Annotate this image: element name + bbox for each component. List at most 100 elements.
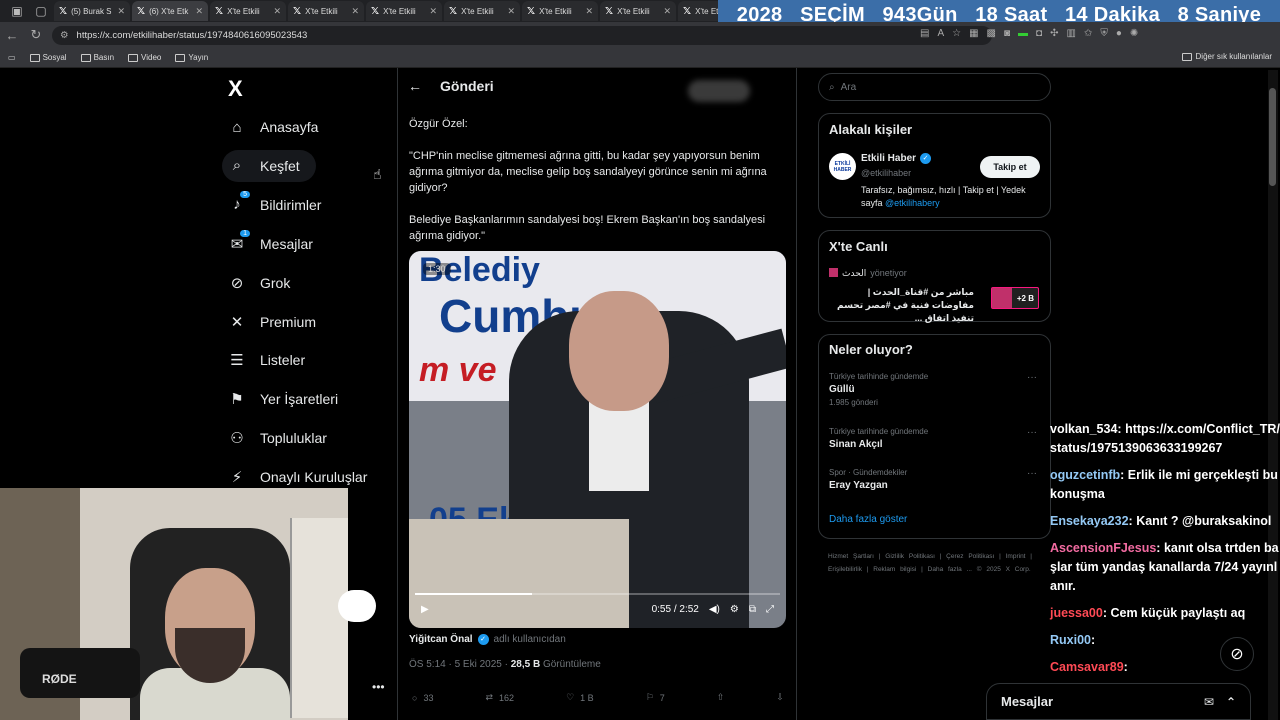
- messages-drawer[interactable]: Mesajlar ✉ ⌃: [986, 683, 1251, 720]
- sidebar-item-3[interactable]: ♪ 5 Bildirimler: [222, 189, 327, 221]
- bookmark-folder[interactable]: Sosyal: [29, 53, 67, 62]
- trend-item[interactable]: Türkiye tarihinde gündemde Sinan Akçıl: [829, 427, 928, 450]
- lightning-icon: ⚡: [231, 469, 243, 487]
- avatar[interactable]: ETKİLİ HABER: [829, 153, 856, 180]
- bio-link[interactable]: @etkilihabery: [885, 198, 940, 208]
- extensions-puzzle-icon[interactable]: ✣: [1050, 28, 1058, 39]
- close-icon[interactable]: ✕: [195, 6, 203, 17]
- back-arrow-icon[interactable]: ←: [0, 28, 24, 43]
- like-button[interactable]: ♡ 1 B: [566, 692, 594, 703]
- chat-message: juessa00: Cem küçük paylaştı aq: [1050, 604, 1280, 623]
- bookmark-folder[interactable]: Video: [128, 53, 161, 62]
- sidebar-item-2[interactable]: ⌕ Keşfet: [222, 149, 316, 182]
- repost-button[interactable]: ⇄ 162: [485, 692, 514, 703]
- reply-button[interactable]: ○ 33: [412, 692, 433, 703]
- browser-tab[interactable]: 𝕏 X'te Etkili ✕: [366, 1, 442, 21]
- bookmark-folder[interactable]: Yayın: [175, 53, 208, 62]
- post-views-label: Görüntüleme: [540, 659, 601, 670]
- more-options-icon[interactable]: ···: [1027, 372, 1037, 383]
- sidebar-item-7[interactable]: ☰ Listeler: [222, 344, 311, 376]
- blurred-button[interactable]: [688, 80, 750, 102]
- extension-3-icon[interactable]: ◙: [1004, 28, 1010, 39]
- share-button[interactable]: ⇧: [717, 692, 725, 703]
- pip-icon[interactable]: ⧉: [749, 604, 756, 615]
- bookmark-folder[interactable]: Basın: [80, 53, 114, 62]
- live-title[interactable]: مباشر من #قناة_الحدث | مفاوضات فنية في #…: [829, 286, 974, 325]
- follow-button[interactable]: Takip et: [980, 156, 1040, 178]
- trend-item[interactable]: Türkiye tarihinde gündemde Güllü 1.985 gön…: [829, 372, 928, 407]
- site-info-icon[interactable]: ⚙: [60, 30, 69, 41]
- x-logo[interactable]: X: [228, 76, 243, 102]
- volume-icon[interactable]: ◀): [709, 604, 720, 615]
- shield-icon[interactable]: ⛨: [1100, 28, 1108, 39]
- sidebar-item-5[interactable]: ⊘ Grok: [222, 267, 296, 299]
- extension-2-icon[interactable]: ▩: [987, 28, 996, 39]
- browser-tab[interactable]: 𝕏 X'te Etkili ✕: [444, 1, 520, 21]
- x-icon: ✕: [230, 313, 244, 331]
- tab-title: X'te Etkili: [227, 6, 260, 16]
- profile-icon[interactable]: ●: [1116, 28, 1122, 39]
- more-options-icon[interactable]: ···: [1027, 468, 1037, 479]
- bookmark-button[interactable]: ⚐ 7: [646, 692, 665, 703]
- url-field[interactable]: ⚙ https://x.com/etkilihaber/status/19748…: [52, 26, 992, 45]
- back-arrow-icon[interactable]: ←: [408, 78, 422, 94]
- tab-actions-icon[interactable]: ▢: [30, 1, 52, 21]
- expand-chevron-icon[interactable]: ⌃: [1226, 695, 1236, 709]
- browser-tab[interactable]: 𝕏 (5) Burak S ✕: [54, 1, 130, 21]
- close-icon[interactable]: ✕: [273, 6, 281, 17]
- browser-tab[interactable]: 𝕏 X'te Etkili ✕: [522, 1, 598, 21]
- close-icon[interactable]: ✕: [663, 6, 671, 17]
- new-message-icon[interactable]: ✉: [1204, 695, 1214, 709]
- sidebar-item-4[interactable]: ✉ 1 Mesajlar: [222, 228, 319, 260]
- related-account-name-row[interactable]: Etkili Haber ✓: [861, 153, 932, 164]
- search-input[interactable]: ⌕ Ara: [818, 73, 1051, 101]
- video-player[interactable]: Belediy Cumhuriy m ve 05 Ek 5 Paz 1:30 ▶…: [409, 251, 786, 628]
- extension-1-icon[interactable]: ▦: [969, 28, 978, 39]
- sidebar-item-label: Yer İşaretleri: [260, 391, 339, 408]
- workspaces-icon[interactable]: ▣: [6, 1, 28, 21]
- post-timestamp[interactable]: ÖS 5:14 · 5 Eki 2025 ·: [409, 659, 511, 670]
- more-options-icon[interactable]: •••: [372, 680, 385, 694]
- split-screen-icon[interactable]: ▥: [1066, 28, 1075, 39]
- other-bookmarks[interactable]: Diğer sık kullanılanlar: [1181, 52, 1272, 61]
- close-icon[interactable]: ✕: [507, 6, 515, 17]
- play-icon[interactable]: ▶: [421, 604, 429, 615]
- sidebar-item-8[interactable]: ⚑ Yer İşaretleri: [222, 383, 344, 415]
- video-author-name[interactable]: Yiğitcan Önal: [409, 634, 473, 645]
- extension-4-icon[interactable]: ▬: [1018, 28, 1028, 39]
- favorites-icon[interactable]: ✩: [1084, 28, 1092, 39]
- copilot-icon[interactable]: ✺: [1130, 28, 1138, 39]
- sidebar-item-label: Listeler: [260, 352, 306, 369]
- browser-tab[interactable]: 𝕏 X'te Etkili ✕: [210, 1, 286, 21]
- footer-links[interactable]: Hizmet Şartları | Gizlilik Politikası | …: [828, 550, 1053, 576]
- close-icon[interactable]: ✕: [429, 6, 437, 17]
- trend-item[interactable]: Spor · Gündemdekiler Eray Yazgan: [829, 468, 907, 491]
- extension-5-icon[interactable]: ◘: [1036, 28, 1042, 39]
- browser-tab[interactable]: 𝕏 (6) X'te Etk ✕: [132, 1, 208, 21]
- sidebar-item-1[interactable]: ⌂ Anasayfa: [222, 111, 324, 143]
- show-more-link[interactable]: Daha fazla göster: [829, 514, 907, 525]
- reload-icon[interactable]: ↻: [24, 27, 48, 43]
- close-icon[interactable]: ✕: [585, 6, 593, 17]
- settings-gear-icon[interactable]: ⚙: [730, 604, 739, 615]
- browser-tab[interactable]: 𝕏 X'te Etkili ✕: [288, 1, 364, 21]
- fullscreen-icon[interactable]: ⤢: [766, 604, 774, 615]
- reader-mode-icon[interactable]: ▤: [920, 28, 929, 39]
- close-icon[interactable]: ✕: [117, 6, 125, 17]
- post-meta: ÖS 5:14 · 5 Eki 2025 · 28,5 B Görüntülem…: [409, 659, 601, 670]
- collections-icon[interactable]: ▭: [8, 53, 16, 62]
- sidebar-item-6[interactable]: ✕ Premium: [222, 306, 322, 338]
- close-icon[interactable]: ✕: [351, 6, 359, 17]
- live-listeners-badge[interactable]: +2 B: [991, 287, 1039, 309]
- star-icon[interactable]: ☆: [952, 28, 961, 39]
- tab-title: X'te Etkili: [617, 6, 650, 16]
- grok-button[interactable]: ⊘: [1220, 637, 1254, 671]
- translate-icon[interactable]: A: [937, 28, 944, 39]
- more-options-icon[interactable]: ···: [1027, 427, 1037, 438]
- download-button[interactable]: ⇩: [776, 692, 784, 703]
- browser-tab[interactable]: 𝕏 X'te Etkili ✕: [600, 1, 676, 21]
- post-button-partial[interactable]: [338, 590, 376, 622]
- sidebar-item-9[interactable]: ⚇ Topluluklar: [222, 422, 333, 454]
- trend-context: Spor · Gündemdekiler: [829, 468, 908, 477]
- scrollbar-thumb[interactable]: [1269, 88, 1276, 186]
